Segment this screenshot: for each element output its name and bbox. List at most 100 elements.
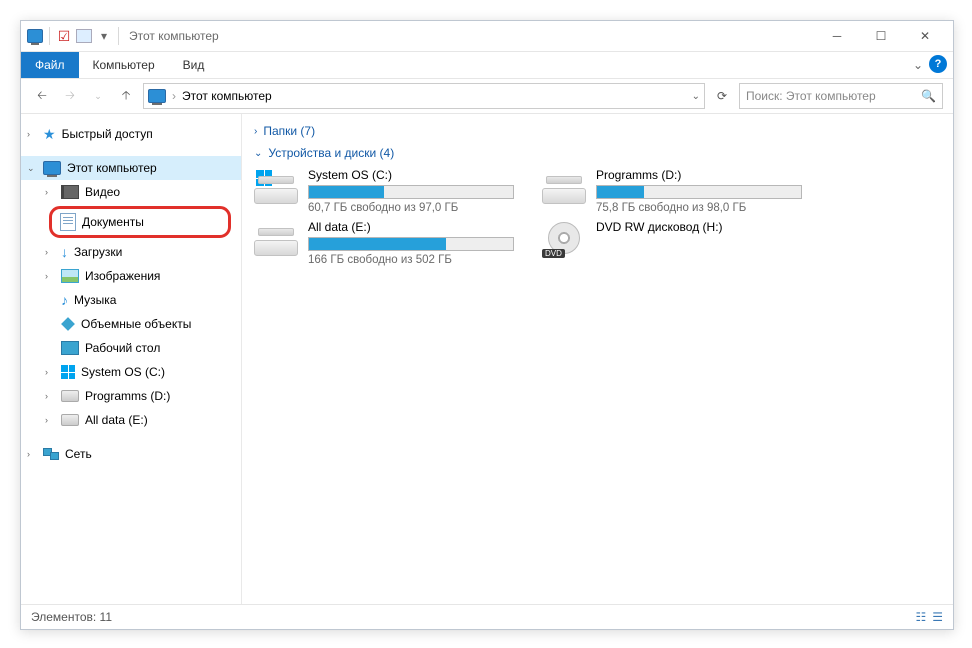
nav-drive-c[interactable]: ›System OS (C:) xyxy=(21,360,241,384)
minimize-button[interactable]: ─ xyxy=(815,21,859,51)
nav-video[interactable]: › Видео xyxy=(21,180,241,204)
group-drives[interactable]: ⌄Устройства и диски (4) xyxy=(254,146,941,160)
group-label: Папки (7) xyxy=(263,124,315,138)
status-text: Элементов: 11 xyxy=(31,610,112,624)
expand-icon[interactable]: › xyxy=(27,449,30,459)
nav-label: Programms (D:) xyxy=(85,389,170,403)
separator xyxy=(49,27,50,45)
windows-icon xyxy=(61,365,75,379)
ribbon-expand-icon[interactable]: ⌄ xyxy=(913,52,923,78)
maximize-button[interactable]: ☐ xyxy=(859,21,903,51)
document-icon xyxy=(60,213,76,231)
drive-name: System OS (C:) xyxy=(308,168,514,182)
status-bar: Элементов: 11 ☷ ☰ xyxy=(21,604,953,629)
desktop-icon xyxy=(61,341,79,355)
nav-up-button[interactable]: 🡡 xyxy=(115,85,137,107)
refresh-button[interactable]: ⟳ xyxy=(711,85,733,107)
nav-drive-d[interactable]: › Programms (D:) xyxy=(21,384,241,408)
expand-icon[interactable]: › xyxy=(45,367,48,377)
music-icon: ♪ xyxy=(61,292,68,308)
drive-free-text: 60,7 ГБ свободно из 97,0 ГБ xyxy=(308,202,514,214)
drive-free-text: 166 ГБ свободно из 502 ГБ xyxy=(308,254,514,266)
nav-desktop[interactable]: Рабочий стол xyxy=(21,336,241,360)
search-icon[interactable]: 🔍 xyxy=(921,89,936,103)
drive-icon xyxy=(61,414,79,426)
breadcrumb-sep-icon: › xyxy=(172,89,176,103)
nav-label: Загрузки xyxy=(74,245,122,259)
drive-icon xyxy=(254,170,298,204)
network-icon xyxy=(43,448,59,460)
pictures-icon xyxy=(61,269,79,283)
pc-icon xyxy=(148,89,166,103)
capacity-fill xyxy=(597,186,644,198)
search-input[interactable]: Поиск: Этот компьютер 🔍 xyxy=(739,83,943,109)
nav-label: Быстрый доступ xyxy=(62,127,153,141)
address-bar[interactable]: › Этот компьютер ⌄ xyxy=(143,83,705,109)
capacity-bar xyxy=(308,185,514,199)
download-icon: ↓ xyxy=(61,244,68,260)
nav-label: Рабочий стол xyxy=(85,341,160,355)
nav-pictures[interactable]: › Изображения xyxy=(21,264,241,288)
tab-computer[interactable]: Компьютер xyxy=(79,52,169,78)
expand-icon[interactable]: › xyxy=(27,129,30,139)
group-folders[interactable]: › Папки (7) xyxy=(254,124,941,138)
ribbon-tabs: Файл Компьютер Вид ⌄ ? xyxy=(21,52,953,79)
window-title: Этот компьютер xyxy=(129,29,219,43)
nav-label: All data (E:) xyxy=(85,413,148,427)
tab-file[interactable]: Файл xyxy=(21,52,79,78)
drive-h-dvd[interactable]: DVD DVD RW дисковод (H:) xyxy=(542,220,802,266)
expand-icon[interactable]: › xyxy=(45,271,48,281)
capacity-bar xyxy=(596,185,802,199)
content-pane[interactable]: › Папки (7) ⌄Устройства и диски (4) Syste… xyxy=(242,114,953,604)
drive-name: All data (E:) xyxy=(308,220,514,234)
expand-icon[interactable]: › xyxy=(45,247,48,257)
nav-downloads[interactable]: › ↓ Загрузки xyxy=(21,240,241,264)
nav-network[interactable]: › Сеть xyxy=(21,442,241,466)
chevron-right-icon: › xyxy=(254,126,257,137)
view-large-icon[interactable]: ☰ xyxy=(932,610,943,624)
nav-recent-dropdown[interactable]: ⌄ xyxy=(87,85,109,107)
nav-3d-objects[interactable]: Объемные объекты xyxy=(21,312,241,336)
objects3d-icon xyxy=(61,317,75,331)
drive-name: Programms (D:) xyxy=(596,168,802,182)
titlebar: ☑ ▾ Этот компьютер ─ ☐ ✕ xyxy=(21,21,953,52)
capacity-fill xyxy=(309,186,384,198)
nav-label: Объемные объекты xyxy=(81,317,191,331)
nav-music[interactable]: ♪Музыка xyxy=(21,288,241,312)
expand-icon[interactable]: › xyxy=(45,391,48,401)
qat-checkbox-icon[interactable]: ☑ xyxy=(56,28,72,44)
tab-view[interactable]: Вид xyxy=(169,52,219,78)
video-icon xyxy=(61,185,79,199)
qat-dropdown-icon[interactable]: ▾ xyxy=(96,28,112,44)
nav-label: Изображения xyxy=(85,269,160,283)
nav-forward-button[interactable]: 🡢 xyxy=(59,85,81,107)
drive-d[interactable]: Programms (D:) 75,8 ГБ свободно из 98,0 … xyxy=(542,168,802,214)
star-icon: ★ xyxy=(43,126,56,143)
drive-e[interactable]: All data (E:) 166 ГБ свободно из 502 ГБ xyxy=(254,220,514,266)
address-dropdown-icon[interactable]: ⌄ xyxy=(692,91,700,102)
dvd-icon: DVD xyxy=(542,222,586,256)
expand-icon[interactable]: › xyxy=(45,187,48,197)
nav-this-pc[interactable]: ⌄Этот компьютер xyxy=(21,156,241,180)
expand-icon[interactable]: › xyxy=(45,415,48,425)
view-details-icon[interactable]: ☷ xyxy=(915,610,926,624)
capacity-bar xyxy=(308,237,514,251)
collapse-icon[interactable]: ⌄ xyxy=(27,163,35,174)
help-button[interactable]: ? xyxy=(929,55,947,73)
breadcrumb-location[interactable]: Этот компьютер xyxy=(182,89,272,103)
nav-back-button[interactable]: 🡠 xyxy=(31,85,53,107)
qat-folder-icon[interactable] xyxy=(76,28,92,44)
drive-c[interactable]: System OS (C:) 60,7 ГБ свободно из 97,0 … xyxy=(254,168,514,214)
pc-icon xyxy=(43,161,61,175)
nav-quick-access[interactable]: › ★ Быстрый доступ xyxy=(21,122,241,146)
nav-documents[interactable]: Документы xyxy=(49,206,231,238)
drive-icon xyxy=(254,222,298,256)
close-button[interactable]: ✕ xyxy=(903,21,947,51)
group-label: Устройства и диски (4) xyxy=(268,146,394,160)
nav-label: Видео xyxy=(85,185,120,199)
capacity-fill xyxy=(309,238,446,250)
search-placeholder: Поиск: Этот компьютер xyxy=(746,89,876,103)
nav-drive-e[interactable]: › All data (E:) xyxy=(21,408,241,432)
separator xyxy=(118,27,119,45)
nav-label: Сеть xyxy=(65,447,92,461)
